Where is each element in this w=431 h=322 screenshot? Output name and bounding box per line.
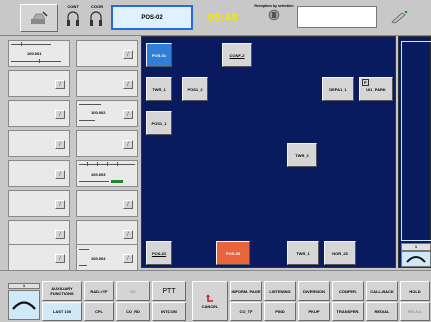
- position-tile[interactable]: TWR_1: [146, 77, 172, 101]
- edit-slash-icon[interactable]: /: [123, 80, 133, 89]
- ptt-button[interactable]: PTT: [152, 281, 186, 301]
- position-tile[interactable]: POS1_2: [182, 77, 208, 101]
- call-back-button[interactable]: CALL-BACK: [366, 281, 398, 301]
- co-rd-button[interactable]: CO_RD: [116, 302, 150, 321]
- redial-button[interactable]: REDIAL: [366, 302, 398, 321]
- edit-slash-icon[interactable]: /: [55, 140, 65, 149]
- position-tile[interactable]: CONF-2: [222, 43, 252, 67]
- left-cell[interactable]: /: [8, 130, 70, 157]
- pen-icon: [391, 10, 408, 24]
- right-panel: 1: [398, 36, 431, 268]
- diversion-button[interactable]: DIVERSION: [298, 281, 330, 301]
- position-tile[interactable]: NOR_23: [324, 241, 356, 265]
- position-tile[interactable]: DEPA1_1: [322, 77, 354, 101]
- pind-button[interactable]: PIND: [264, 302, 296, 321]
- edit-slash-icon[interactable]: /: [55, 254, 65, 263]
- position-tile[interactable]: POS-01: [146, 43, 172, 67]
- entry-number: 100.002: [91, 110, 106, 115]
- right-handset-button[interactable]: [401, 251, 431, 267]
- headset-icon: [90, 11, 102, 26]
- position-tile[interactable]: POS-03: [216, 241, 250, 265]
- entry-number: 100.003: [91, 172, 106, 177]
- entry-number: 100.004: [91, 256, 106, 261]
- dial-input[interactable]: [297, 6, 377, 28]
- headset-icon: [67, 11, 79, 26]
- left-cell[interactable]: /: [8, 220, 70, 247]
- inform-page-button[interactable]: INFORM. PAGE: [230, 281, 262, 301]
- handset-button[interactable]: [8, 290, 40, 320]
- phone-pencil-icon: [31, 11, 48, 24]
- cpl-button[interactable]: CPL: [84, 302, 114, 321]
- left-cell[interactable]: /: [8, 244, 70, 272]
- cont-indicator[interactable]: CONT: [63, 4, 83, 32]
- entry-number: 100.001: [27, 51, 42, 56]
- left-cell[interactable]: /: [76, 70, 138, 97]
- left-cell[interactable]: /: [8, 100, 70, 127]
- auxiliary-functions-button[interactable]: AUXILIARY FUNCTIONS: [42, 281, 82, 301]
- rad-tf-button[interactable]: RAD->TF: [84, 281, 114, 301]
- left-cell[interactable]: /: [8, 160, 70, 187]
- reception-selection[interactable]: Reception by selection: [252, 4, 296, 32]
- pkup-button[interactable]: PKUP: [298, 302, 330, 321]
- left-panel: 100.001 / / / / 100.002 / / / / 100.003 …: [0, 36, 143, 276]
- cancel-button[interactable]: CANCEL: [192, 281, 228, 321]
- bottom-bar: 1 AUXILIARY FUNCTIONS LAST 100 RAD->TF S…: [0, 270, 431, 322]
- position-tile[interactable]: POS1_1: [146, 111, 172, 135]
- edit-slash-icon[interactable]: /: [55, 170, 65, 179]
- edit-slash-icon[interactable]: /: [55, 230, 65, 239]
- speaker-hand-icon: [268, 9, 280, 21]
- edit-button[interactable]: [384, 6, 414, 28]
- left-cell[interactable]: 100.002 /: [76, 100, 138, 127]
- edit-slash-icon[interactable]: /: [123, 50, 133, 59]
- handset-icon: [12, 301, 36, 310]
- co-tf-button[interactable]: CO_TF: [230, 302, 262, 321]
- left-cell[interactable]: 100.004 /: [76, 244, 138, 272]
- top-toolbar: CONT COOR POS-02 09:48 Reception by sele…: [0, 0, 431, 36]
- position-tile[interactable]: P UI1_PARK: [359, 77, 393, 101]
- position-tile[interactable]: POS-01: [146, 241, 172, 265]
- cancel-arrow-icon: [206, 294, 213, 302]
- release-button[interactable]: RELEA.: [400, 302, 430, 321]
- clock-text: 09:48: [207, 11, 239, 24]
- clock-display: 09:48: [198, 5, 248, 30]
- edit-slash-icon[interactable]: /: [55, 200, 65, 209]
- left-cell[interactable]: 100.003: [76, 160, 138, 187]
- edit-slash-icon[interactable]: /: [123, 110, 133, 119]
- intcom-button[interactable]: INTCOM: [152, 302, 186, 321]
- coor-indicator[interactable]: COOR: [86, 4, 108, 32]
- position-name: POS-02: [141, 14, 163, 21]
- left-cell[interactable]: /: [8, 70, 70, 97]
- edit-slash-icon[interactable]: /: [123, 140, 133, 149]
- left-cell[interactable]: /: [8, 190, 70, 217]
- phone-config-button[interactable]: [20, 4, 58, 32]
- left-cell[interactable]: /: [76, 130, 138, 157]
- position-tile[interactable]: TWR_1: [287, 241, 319, 265]
- left-cell[interactable]: 100.001: [8, 40, 70, 67]
- handset-icon: [406, 256, 426, 263]
- transfer-button[interactable]: TRANSFER.: [332, 302, 364, 321]
- left-cell[interactable]: /: [76, 190, 138, 217]
- right-counter: 1: [401, 243, 431, 251]
- edit-slash-icon[interactable]: /: [55, 80, 65, 89]
- aux-counter: 1: [8, 283, 40, 289]
- position-tile[interactable]: TWR_2: [287, 143, 317, 167]
- edit-slash-icon[interactable]: /: [55, 110, 65, 119]
- edit-slash-icon[interactable]: /: [123, 200, 133, 209]
- listening-button[interactable]: LISTENING: [264, 281, 296, 301]
- park-badge: P: [362, 79, 369, 86]
- hold-button[interactable]: HOLD: [400, 281, 430, 301]
- confer-button[interactable]: CONFER.: [332, 281, 364, 301]
- position-name-box: POS-02: [111, 5, 193, 30]
- level-indicator: [111, 180, 123, 183]
- edit-slash-icon[interactable]: /: [123, 254, 133, 263]
- left-cell[interactable]: /: [76, 220, 138, 247]
- last-100-button[interactable]: LAST 100: [42, 302, 82, 321]
- left-cell[interactable]: /: [76, 40, 138, 67]
- main-position-area: POS-01 CONF-2 TWR_1 POS1_2 DEPA1_1 P UI1…: [141, 36, 396, 268]
- edit-slash-icon[interactable]: /: [123, 230, 133, 239]
- sc-button[interactable]: SC: [116, 281, 150, 301]
- right-frame: [401, 41, 431, 241]
